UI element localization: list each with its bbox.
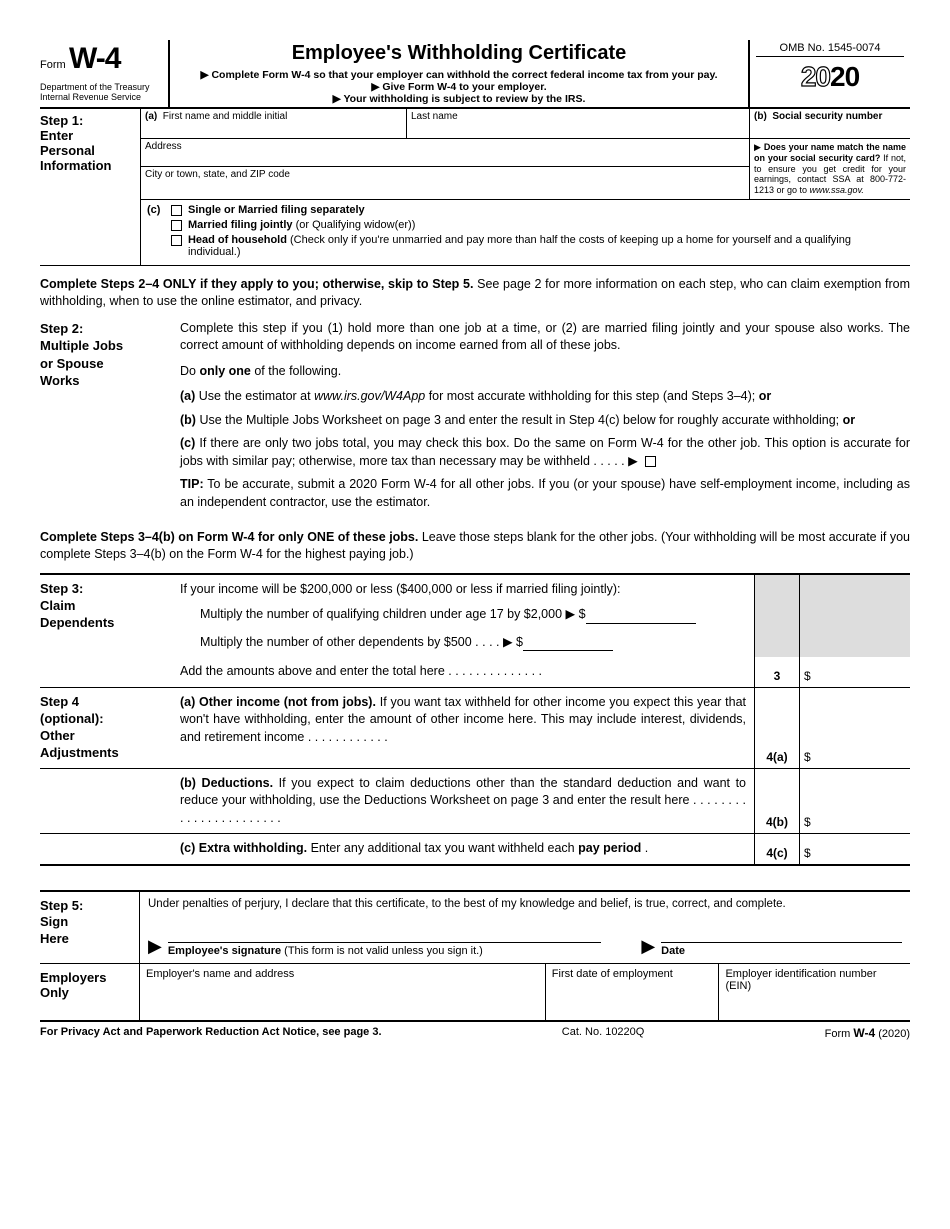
step1-row-addr: Address City or town, state, and ZIP cod…	[140, 139, 910, 199]
filing-c-label: (c)	[147, 204, 165, 216]
step2-tip: TIP: To be accurate, submit a 2020 Form …	[180, 476, 910, 511]
step5-row: Step 5: Sign Here Under penalties of per…	[40, 892, 910, 964]
step3-total-text: Add the amounts above and enter the tota…	[180, 657, 754, 687]
step2-label: Step 2: Multiple Jobs or Spouse Works	[40, 320, 180, 520]
step4b-line-number: 4(b)	[754, 769, 800, 834]
dept-line-1: Department of the Treasury	[40, 82, 164, 92]
step3-intro: If your income will be $200,000 or less …	[180, 581, 746, 599]
step4a-row: Step 4 (optional): Other Adjustments (a)…	[40, 688, 910, 769]
step2-body: Complete this step if you (1) hold more …	[180, 320, 910, 520]
filing-single-label: Single or Married filing separately	[188, 204, 365, 216]
dept-line-2: Internal Revenue Service	[40, 92, 164, 102]
date-arrow-icon: ▶	[641, 936, 655, 957]
checkbox-head-household[interactable]	[171, 235, 182, 246]
step3-body: If your income will be $200,000 or less …	[180, 575, 754, 658]
step3-line-number: 3	[754, 657, 800, 687]
step4b-text: (b) Deductions. If you expect to claim d…	[180, 769, 754, 834]
employers-only-label: Employers Only	[40, 964, 140, 1020]
step5-label: Step 5: Sign Here	[40, 892, 140, 963]
step3-other-deps-amount[interactable]	[523, 650, 613, 651]
employers-only-row: Employers Only Employer's name and addre…	[40, 964, 910, 1022]
header-center: Employee's Withholding Certificate ▶ Com…	[170, 40, 750, 107]
step3-amt-grey	[800, 575, 910, 658]
step4b-row: (b) Deductions. If you expect to claim d…	[40, 769, 910, 835]
form-w4-page: Form W-4 Department of the Treasury Inte…	[40, 40, 910, 1040]
step4c-line-number: 4(c)	[754, 834, 800, 864]
last-name-field[interactable]: Last name	[407, 109, 750, 139]
ssn-name-match-note: ▶ Does your name match the name on your …	[750, 139, 910, 199]
footer-privacy-notice: For Privacy Act and Paperwork Reduction …	[40, 1026, 382, 1040]
step2-block: Step 2: Multiple Jobs or Spouse Works Co…	[40, 320, 910, 520]
step2-option-c: (c) If there are only two jobs total, yo…	[180, 435, 910, 470]
step3-children-line: Multiply the number of qualifying childr…	[180, 606, 746, 624]
address-field[interactable]: Address	[141, 139, 749, 167]
step4c-amount[interactable]: $	[800, 834, 910, 864]
step2-intro: Complete this step if you (1) hold more …	[180, 320, 910, 355]
complete-steps-2-4-note: Complete Steps 2–4 ONLY if they apply to…	[40, 276, 910, 310]
footer-cat-no: Cat. No. 10220Q	[562, 1026, 645, 1040]
form-header: Form W-4 Department of the Treasury Inte…	[40, 40, 910, 109]
form-title: Employee's Withholding Certificate	[176, 42, 742, 65]
header-left: Form W-4 Department of the Treasury Inte…	[40, 40, 170, 107]
header-instr-1: ▶ Complete Form W-4 so that your employe…	[176, 69, 742, 81]
step1-filing-status: (c) Single or Married filing separately …	[140, 199, 910, 265]
page-footer: For Privacy Act and Paperwork Reduction …	[40, 1026, 910, 1040]
step3-numcol-grey	[754, 575, 800, 658]
form-year: 2020	[756, 61, 904, 93]
first-name-field[interactable]: (a) First name and middle initial	[140, 109, 407, 139]
step3-children-amount[interactable]	[586, 623, 696, 624]
employer-name-address-field[interactable]: Employer's name and address	[140, 964, 546, 1020]
step1-row-a: (a) First name and middle initial Last n…	[140, 109, 910, 139]
checkbox-married-jointly[interactable]	[171, 220, 182, 231]
step1-block: Step 1: Enter Personal Information (a) F…	[40, 109, 910, 266]
signature-field[interactable]: Employee's signature (This form is not v…	[168, 942, 601, 957]
filing-mfj-label: (or Qualifying widow(er))	[293, 219, 416, 231]
step3-other-deps-line: Multiply the number of other dependents …	[180, 634, 746, 652]
step4c-row: (c) Extra withholding. Enter any additio…	[40, 834, 910, 866]
step3-row-intro: Step 3: Claim Dependents If your income …	[40, 575, 910, 658]
perjury-statement: Under penalties of perjury, I declare th…	[148, 898, 902, 910]
ein-field[interactable]: Employer identification number (EIN)	[719, 964, 910, 1020]
step2-option-a: (a) Use the estimator at www.irs.gov/W4A…	[180, 388, 910, 406]
form-number: W-4	[69, 42, 120, 75]
first-date-employment-field[interactable]: First date of employment	[546, 964, 720, 1020]
step3-total-row: Add the amounts above and enter the tota…	[40, 657, 910, 688]
signature-arrow-icon: ▶	[148, 936, 162, 957]
checkbox-two-jobs[interactable]	[645, 456, 656, 467]
step4b-amount[interactable]: $	[800, 769, 910, 834]
step1-label: Step 1: Enter Personal Information	[40, 109, 140, 265]
filing-hoh-label: (Check only if you're unmarried and pay …	[188, 234, 851, 258]
omb-number: OMB No. 1545-0074	[756, 42, 904, 57]
step5-block: Step 5: Sign Here Under penalties of per…	[40, 890, 910, 1022]
header-instr-3: ▶ Your withholding is subject to review …	[176, 93, 742, 105]
step4-label: Step 4 (optional): Other Adjustments	[40, 688, 180, 768]
step5-body: Under penalties of perjury, I declare th…	[140, 892, 910, 963]
steps-3-4-table: Step 3: Claim Dependents If your income …	[40, 573, 910, 866]
complete-steps-3-4b-note: Complete Steps 3–4(b) on Form W-4 for on…	[40, 529, 910, 563]
step2-option-b: (b) Use the Multiple Jobs Worksheet on p…	[180, 412, 910, 430]
step4c-text: (c) Extra withholding. Enter any additio…	[180, 834, 754, 864]
signature-date-field[interactable]: Date	[661, 942, 902, 957]
checkbox-single[interactable]	[171, 205, 182, 216]
step3-label: Step 3: Claim Dependents	[40, 575, 180, 658]
city-state-zip-field[interactable]: City or town, state, and ZIP code	[141, 167, 749, 194]
header-right: OMB No. 1545-0074 2020	[750, 40, 910, 107]
footer-form-id: Form W-4 (2020)	[825, 1026, 910, 1040]
step4a-text: (a) Other income (not from jobs). If you…	[180, 688, 754, 768]
header-instr-2: ▶ Give Form W-4 to your employer.	[176, 81, 742, 93]
step3-total-amount[interactable]: $	[800, 657, 910, 687]
step4a-amount[interactable]: $	[800, 688, 910, 768]
ssn-field[interactable]: (b) Social security number	[750, 109, 910, 139]
step2-do-one: Do only one of the following.	[180, 363, 910, 381]
step4a-line-number: 4(a)	[754, 688, 800, 768]
form-prefix: Form	[40, 59, 66, 71]
